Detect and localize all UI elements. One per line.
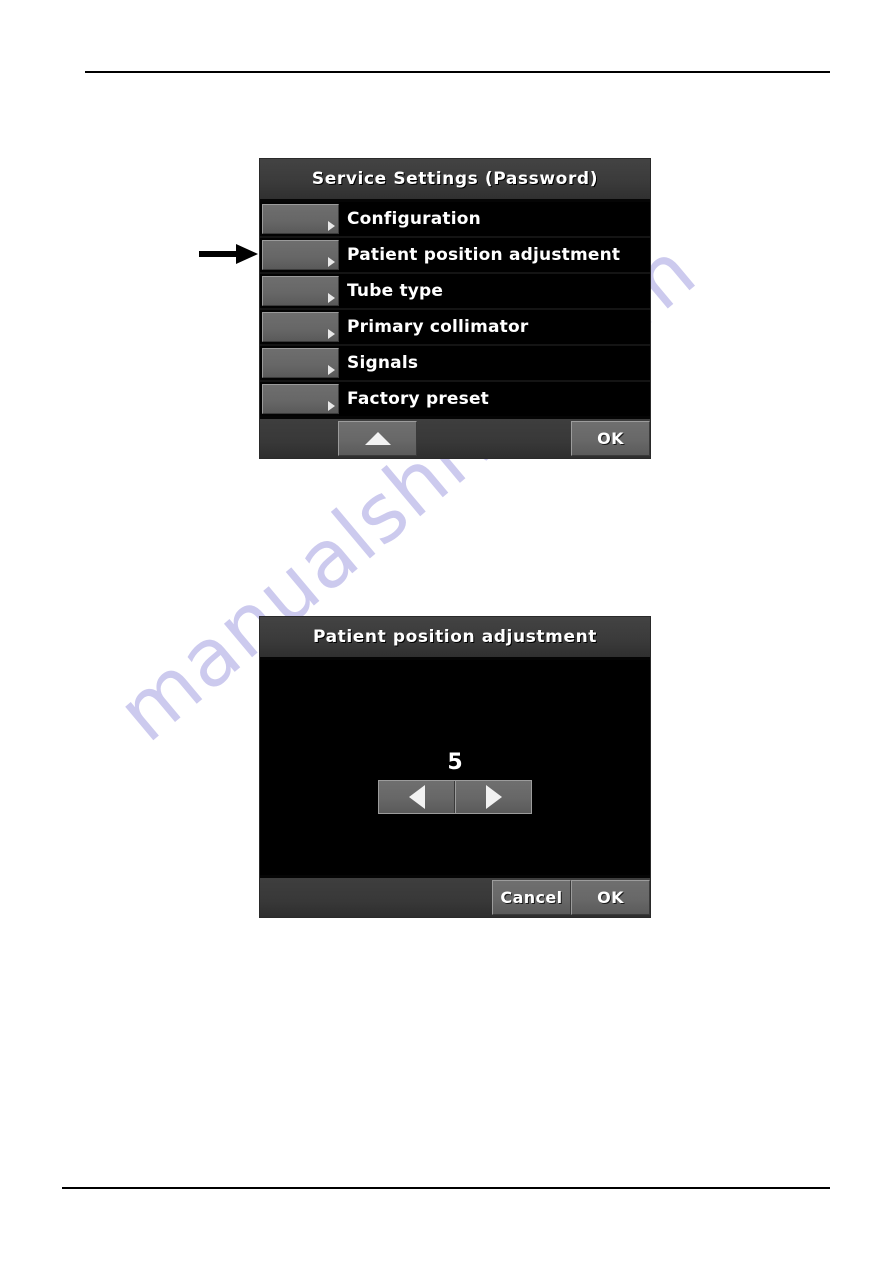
service-settings-title: Service Settings (Password)	[260, 159, 650, 202]
chevron-right-icon	[328, 221, 335, 231]
value-adjuster: 5	[260, 750, 650, 814]
menu-label-signals: Signals	[339, 346, 650, 380]
scroll-up-button[interactable]	[338, 421, 417, 456]
menu-button-signals[interactable]	[262, 348, 339, 378]
service-settings-toolbar: OK	[260, 416, 650, 458]
menu-label-patient-position-adjustment: Patient position adjustment	[339, 238, 650, 272]
menu-button-primary-collimator[interactable]	[262, 312, 339, 342]
service-settings-menu-list: Configuration Patient position adjustmen…	[260, 202, 650, 416]
ok-button[interactable]: OK	[571, 880, 650, 915]
menu-item-patient-position-adjustment[interactable]: Patient position adjustment	[260, 238, 650, 274]
arrow-icon	[199, 244, 258, 264]
service-settings-dialog: Service Settings (Password) Configuratio…	[259, 158, 651, 459]
menu-button-configuration[interactable]	[262, 204, 339, 234]
chevron-right-icon	[328, 329, 335, 339]
menu-label-primary-collimator: Primary collimator	[339, 310, 650, 344]
increment-button[interactable]	[455, 781, 531, 813]
menu-item-tube-type[interactable]: Tube type	[260, 274, 650, 310]
patient-position-toolbar: Cancel OK	[260, 875, 650, 917]
menu-label-configuration: Configuration	[339, 202, 650, 236]
page-header-rule	[85, 71, 830, 73]
menu-label-factory-preset: Factory preset	[339, 382, 650, 416]
triangle-right-icon	[485, 785, 502, 809]
menu-button-factory-preset[interactable]	[262, 384, 339, 414]
cancel-button[interactable]: Cancel	[492, 880, 571, 915]
right-pointing-arrow	[199, 241, 259, 267]
menu-item-primary-collimator[interactable]: Primary collimator	[260, 310, 650, 346]
menu-label-tube-type: Tube type	[339, 274, 650, 308]
chevron-right-icon	[328, 293, 335, 303]
menu-item-factory-preset[interactable]: Factory preset	[260, 382, 650, 416]
chevron-right-icon	[328, 365, 335, 375]
ok-button[interactable]: OK	[571, 421, 650, 456]
patient-position-screen: 5	[260, 660, 650, 875]
patient-position-title: Patient position adjustment	[260, 617, 650, 660]
decrement-button[interactable]	[379, 781, 455, 813]
menu-item-signals[interactable]: Signals	[260, 346, 650, 382]
menu-button-patient-position-adjustment[interactable]	[262, 240, 339, 270]
menu-button-tube-type[interactable]	[262, 276, 339, 306]
triangle-left-icon	[408, 785, 425, 809]
position-stepper	[378, 780, 532, 814]
page-footer-rule	[62, 1187, 830, 1189]
toolbar-left-gap	[260, 419, 338, 458]
chevron-right-icon	[328, 401, 335, 411]
menu-item-configuration[interactable]: Configuration	[260, 202, 650, 238]
triangle-up-icon	[364, 432, 391, 445]
patient-position-adjustment-dialog: Patient position adjustment 5 Cancel OK	[259, 616, 651, 918]
position-value: 5	[447, 750, 463, 775]
chevron-right-icon	[328, 257, 335, 267]
